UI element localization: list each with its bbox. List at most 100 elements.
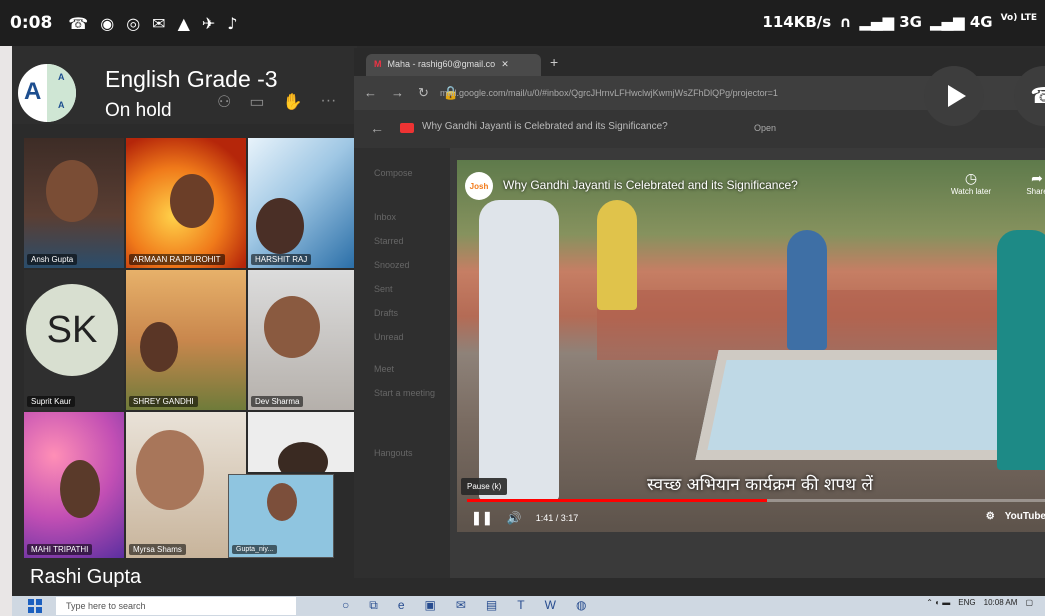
share-label: Share [1026,187,1045,196]
mail-icon: ✉ [152,13,166,33]
forward-icon[interactable]: → [391,85,404,101]
explorer-icon[interactable]: ▤ [486,598,497,613]
youtube-brand[interactable]: YouTube [1005,511,1045,522]
page-title: Why Gandhi Jayanti is Celebrated and its… [422,121,668,132]
play-icon [947,85,966,107]
channel-logo[interactable]: Josh [465,172,493,200]
more-icon[interactable]: ··· [320,92,336,112]
gmail-start-meeting[interactable]: Start a meeting [374,388,435,398]
video-controls: ❚❚ 🔊 1:41 / 3:17 ⚙ YouTube [457,504,1045,532]
pause-icon[interactable]: ❚❚ [471,510,493,526]
participant-tile[interactable]: MAHI TRIPATHI [24,412,124,558]
participant-tile[interactable]: Ansh Gupta [24,138,124,268]
video-title[interactable]: Why Gandhi Jayanti is Celebrated and its… [503,178,798,192]
back-arrow-icon[interactable]: ← [370,120,384,136]
video-player[interactable]: Josh Why Gandhi Jayanti is Celebrated an… [457,160,1045,532]
word-icon[interactable]: W [545,598,556,613]
gmail-inbox[interactable]: Inbox [374,212,396,222]
taskbar-apps: ○ ⧉ e ▣ ✉ ▤ T W ◍ [342,598,586,613]
hang-up-icon: ☎ [1030,83,1045,108]
watch-later-label: Watch later [950,187,992,196]
taskbar-search[interactable]: Type here to search [56,597,296,615]
gmail-icon: M [374,59,382,69]
tray-icons[interactable]: ⌃ ◐ ▬ [926,598,950,607]
taskbar-clock[interactable]: 10:08 AM [984,598,1018,607]
participant-tile[interactable]: ARMAAN RAJPUROHIT [126,138,246,268]
participant-avatar: SK [26,284,118,376]
participant-name: Myrsa Shams [129,544,186,555]
network-speed: 114KB/s [762,13,832,31]
participant-tile[interactable]: HARSHIT RAJ [248,138,354,268]
participant-name: ARMAAN RAJPUROHIT [129,254,225,265]
meeting-status: On hold [105,100,172,121]
gmail-sent[interactable]: Sent [374,284,393,294]
duration: 3:17 [560,513,579,523]
open-button[interactable]: Open [754,123,776,133]
shared-screen: M Maha - rashig60@gmail.co ✕ + ← → ↻ 🔒 m… [354,48,1045,578]
reload-icon[interactable]: ↻ [418,85,429,101]
settings-icon[interactable]: ⚙ [986,511,995,522]
share-icon: ➦ [1031,170,1043,186]
store-icon[interactable]: ▣ [425,598,436,613]
participant-name: Ansh Gupta [27,254,78,265]
chrome-icon[interactable]: ◍ [576,598,586,613]
close-tab-icon[interactable]: ✕ [501,59,509,71]
signal-4g: ▂▄▆ 4G [929,13,993,31]
cortana-icon[interactable]: ○ [342,598,349,613]
gmail-starred[interactable]: Starred [374,236,404,246]
participant-name: HARSHIT RAJ [251,254,312,265]
chat-icon[interactable]: ▭ [249,92,264,112]
gmail-unread[interactable]: Unread [374,332,404,342]
phone-status-bar: 0:08 ☎ ◉ ◎ ✉ ▲ ✈ ♪ 114KB/s ∩ ▂▄▆ 3G ▂▄▆ … [0,0,1045,46]
meeting-toolbar: ⚇ ▭ ✋ ··· [217,92,336,112]
watch-later-button[interactable]: ◷ Watch later [941,170,1001,196]
language-indicator[interactable]: ENG [958,598,975,607]
notifications-icon[interactable]: ▢ [1025,598,1033,607]
edge-icon[interactable]: e [398,598,405,613]
participant-tile[interactable]: SHREY GANDHI [126,270,246,410]
gmail-meet: Meet [374,364,395,374]
people-icon[interactable]: ⚇ [217,92,231,112]
gmail-drafts[interactable]: Drafts [374,308,398,318]
video-caption: स्वच्छ अभियान कार्यक्रम की शपथ लें [647,475,873,495]
clock-icon: ◷ [964,170,978,186]
url-field[interactable]: mail.google.com/mail/u/0/#inbox/QgrcJHrn… [440,84,910,102]
participant-name: MAHI TRIPATHI [27,544,93,555]
participant-name: SHREY GANDHI [129,396,198,407]
pause-tooltip: Pause (k) [461,478,508,495]
task-view-icon[interactable]: ⧉ [369,598,378,613]
browser-tab[interactable]: M Maha - rashig60@gmail.co ✕ [366,54,541,76]
video-progress-fill [467,499,767,502]
video-person [997,230,1045,470]
raise-hand-icon[interactable]: ✋ [282,92,302,112]
self-preview-tile[interactable]: Gupta_niy... [228,474,334,558]
bird-icon: ✈ [201,13,216,33]
participant-tile[interactable]: Dev Sharma [248,270,354,410]
participant-tile[interactable] [248,412,354,472]
meeting-window: A A A English Grade -3 On hold ⚇ ▭ ✋ ···… [12,46,1045,602]
phone-icon: ☎ [68,13,89,33]
back-icon[interactable]: ← [364,85,377,101]
video-progress-bar[interactable] [467,499,1045,502]
volume-icon[interactable]: 🔊 [507,511,522,525]
share-button[interactable]: ➦ Share [1017,170,1045,196]
gmail-compose[interactable]: Compose [374,168,413,178]
gmail-hangouts: Hangouts [374,448,413,458]
video-person [597,200,637,310]
windows-start-icon[interactable] [28,599,42,613]
status-right: 114KB/s ∩ ▂▄▆ 3G ▂▄▆ 4G Vo) LTE [762,13,1037,31]
video-controls-right: ⚙ YouTube [986,511,1045,522]
play-button[interactable] [924,66,984,126]
whatsapp-icon: ◎ [126,13,141,33]
headset-icon: ∩ [839,13,852,31]
screen: 0:08 ☎ ◉ ◎ ✉ ▲ ✈ ♪ 114KB/s ∩ ▂▄▆ 3G ▂▄▆ … [0,0,1045,616]
teams-icon[interactable]: T [517,598,524,613]
logo-small-1: A [58,72,65,82]
mail-app-icon[interactable]: ✉ [456,598,466,613]
new-tab-button[interactable]: + [550,54,558,70]
gmail-snoozed[interactable]: Snoozed [374,260,410,270]
windows-taskbar: Type here to search ○ ⧉ e ▣ ✉ ▤ T W ◍ ⌃ … [12,596,1045,616]
participant-tile[interactable]: SK Suprit Kaur [24,270,124,410]
net-3g-label: 3G [899,13,922,31]
participant-name: Dev Sharma [251,396,304,407]
